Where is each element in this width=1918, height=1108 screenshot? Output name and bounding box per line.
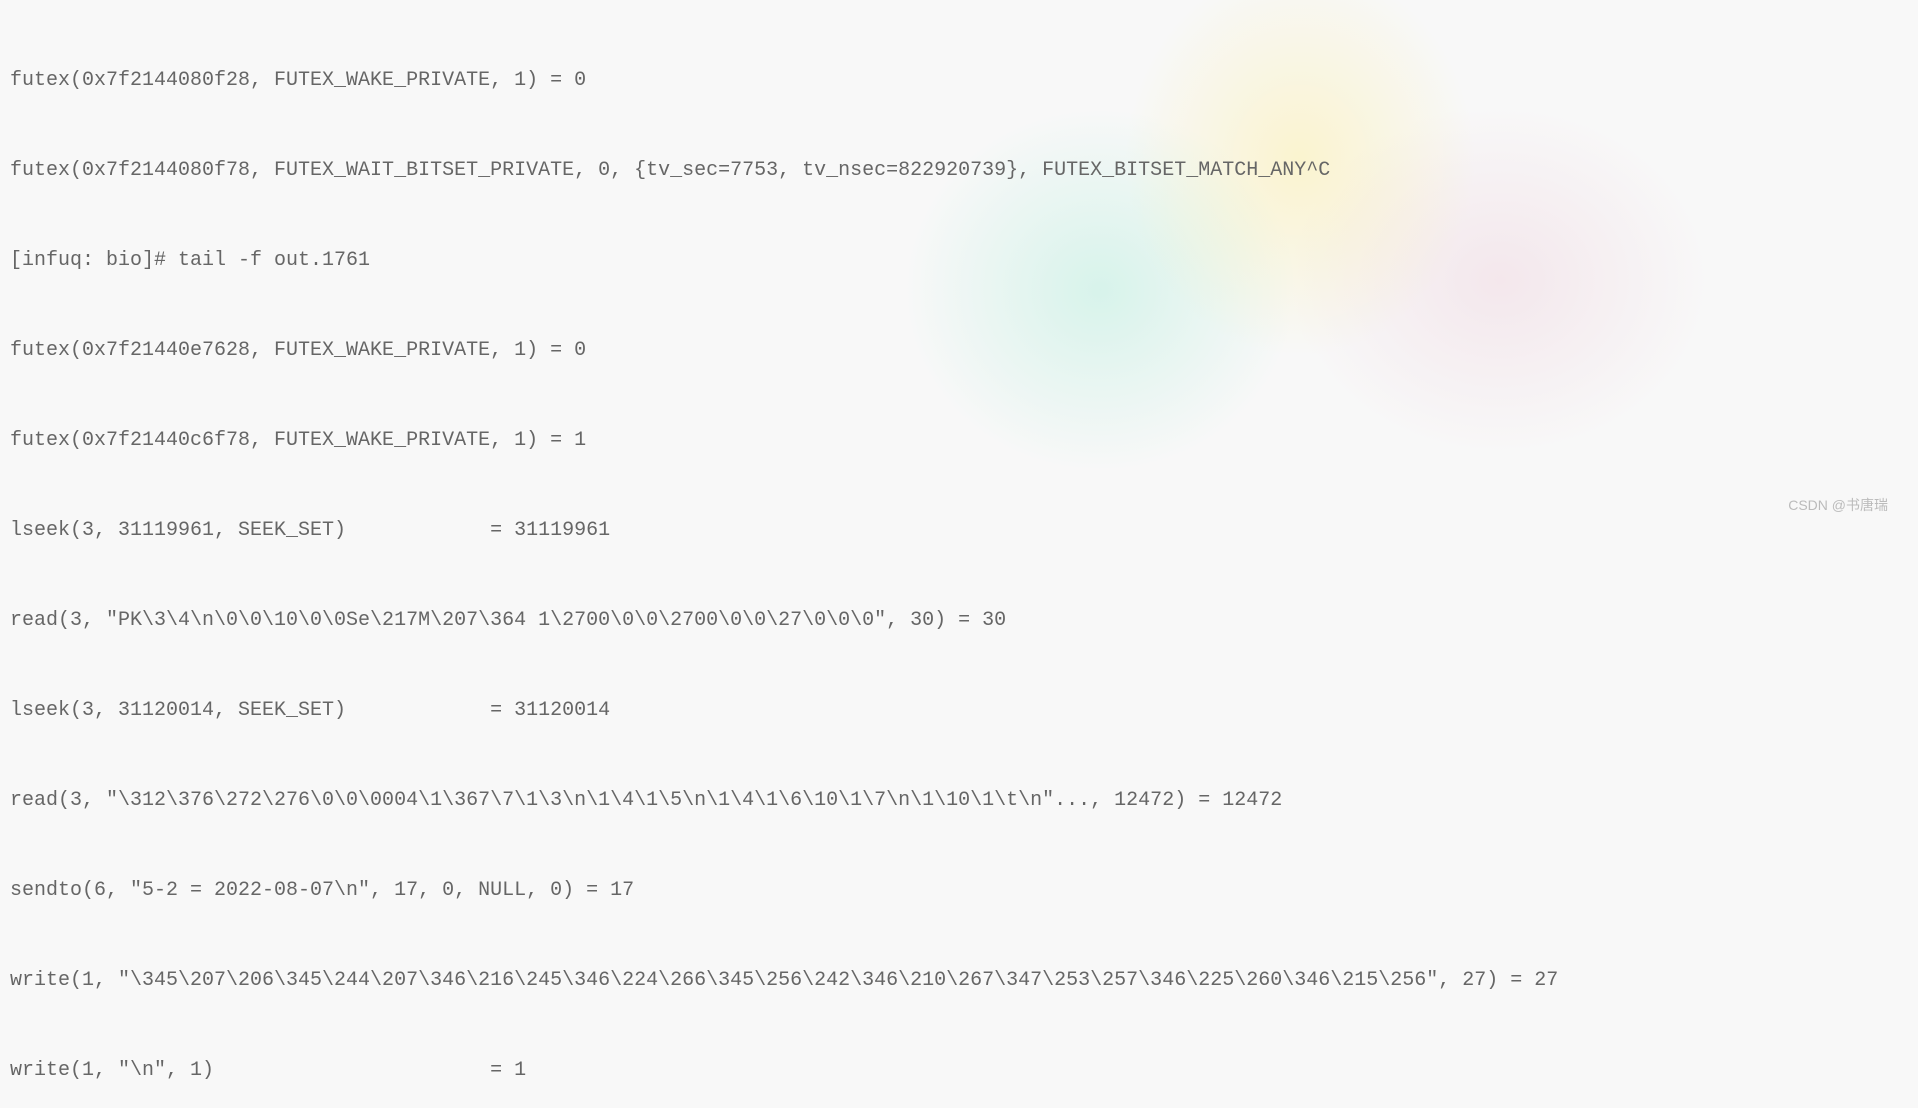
terminal-line: read(3, "PK\3\4\n\0\0\10\0\0Se\217M\207\… xyxy=(10,606,1908,636)
terminal-output: futex(0x7f2144080f28, FUTEX_WAKE_PRIVATE… xyxy=(10,6,1908,1108)
terminal-line: sendto(6, "5-2 = 2022-08-07\n", 17, 0, N… xyxy=(10,876,1908,906)
terminal-line: [infuq: bio]# tail -f out.1761 xyxy=(10,246,1908,276)
terminal-line: futex(0x7f2144080f28, FUTEX_WAKE_PRIVATE… xyxy=(10,66,1908,96)
terminal-line: futex(0x7f2144080f78, FUTEX_WAIT_BITSET_… xyxy=(10,156,1908,186)
terminal-line: write(1, "\345\207\206\345\244\207\346\2… xyxy=(10,966,1908,996)
terminal-line: lseek(3, 31120014, SEEK_SET) = 31120014 xyxy=(10,696,1908,726)
terminal-line: write(1, "\n", 1) = 1 xyxy=(10,1056,1908,1086)
terminal-line: lseek(3, 31119961, SEEK_SET) = 31119961 xyxy=(10,516,1908,546)
watermark-text: CSDN @书唐瑞 xyxy=(1788,495,1888,516)
terminal-line: futex(0x7f21440e7628, FUTEX_WAKE_PRIVATE… xyxy=(10,336,1908,366)
terminal-line: futex(0x7f21440c6f78, FUTEX_WAKE_PRIVATE… xyxy=(10,426,1908,456)
terminal-line: read(3, "\312\376\272\276\0\0\0004\1\367… xyxy=(10,786,1908,816)
